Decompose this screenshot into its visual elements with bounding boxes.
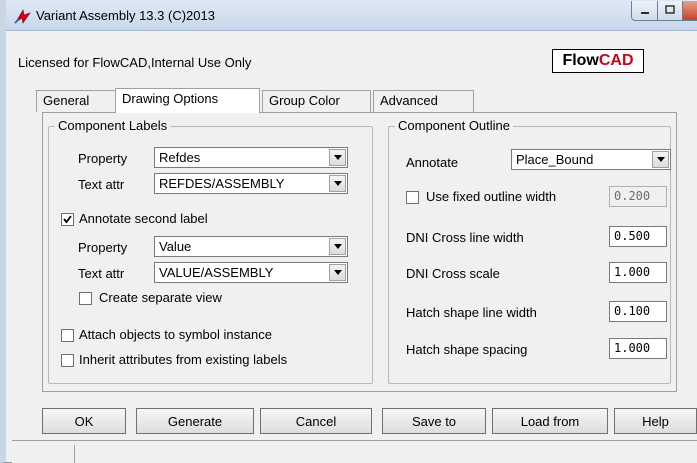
attach-objects-checkbox[interactable] (61, 329, 74, 342)
load-from-button[interactable]: Load from (492, 408, 608, 434)
property2-select[interactable]: Value (154, 236, 348, 257)
use-fixed-outline-width-text[interactable]: Use fixed outline width (426, 189, 556, 204)
dni-cross-line-width-label: DNI Cross line width (406, 230, 524, 245)
save-to-button[interactable]: Save to (382, 408, 486, 434)
chevron-down-icon (329, 264, 346, 281)
property-label: Property (78, 151, 128, 166)
create-separate-view-checkbox[interactable] (79, 292, 92, 305)
minimize-button[interactable] (631, 1, 658, 21)
title-bar[interactable]: Variant Assembly 13.3 (C)2013 (6, 0, 697, 31)
maximize-button[interactable] (657, 1, 683, 21)
dni-cross-scale-input[interactable]: 1.000 (609, 262, 667, 283)
app-window: Variant Assembly 13.3 (C)2013 Licensed f… (0, 0, 697, 463)
text-attr2-label: Text attr (78, 266, 125, 281)
annotate-select[interactable]: Place_Bound (511, 149, 671, 170)
inherit-attributes-checkbox[interactable] (61, 354, 74, 367)
tab-advanced[interactable]: Advanced (373, 90, 474, 112)
help-button[interactable]: Help (614, 408, 697, 434)
flowcad-logo: Flow CAD (552, 49, 644, 73)
tab-drawing-options[interactable]: Drawing Options (115, 88, 260, 113)
create-separate-view-text[interactable]: Create separate view (99, 290, 222, 305)
logo-part-1: Flow (562, 52, 599, 69)
license-text: Licensed for FlowCAD,Internal Use Only (18, 55, 252, 70)
annotate-label: Annotate (406, 155, 459, 170)
chevron-down-icon (652, 151, 669, 168)
text-attr2-select[interactable]: VALUE/ASSEMBLY (154, 262, 348, 283)
inherit-attributes-text[interactable]: Inherit attributes from existing labels (79, 352, 287, 367)
chevron-down-icon (329, 149, 346, 166)
property-select-value: Refdes (159, 150, 201, 165)
component-outline-title: Component Outline (395, 118, 514, 133)
status-divider (74, 445, 75, 463)
annotate-second-label-text[interactable]: Annotate second label (79, 211, 208, 226)
annotate-select-value: Place_Bound (516, 152, 594, 167)
variant-assembly-icon (14, 7, 32, 25)
component-labels-title: Component Labels (55, 118, 171, 133)
property2-select-value: Value (159, 239, 192, 254)
checkmark-icon (63, 215, 72, 224)
generate-button[interactable]: Generate (136, 408, 254, 434)
text-attr-label: Text attr (78, 177, 125, 192)
annotate-second-label-checkbox[interactable] (61, 213, 74, 226)
chevron-down-icon (329, 175, 346, 192)
maximize-icon (665, 3, 675, 18)
tab-group-color[interactable]: Group Color (262, 90, 371, 112)
hatch-shape-line-width-input[interactable]: 0.100 (609, 301, 667, 322)
hatch-shape-spacing-label: Hatch shape spacing (406, 342, 528, 357)
hatch-shape-spacing-input[interactable]: 1.000 (609, 338, 667, 359)
hatch-shape-line-width-label: Hatch shape line width (406, 305, 537, 320)
attach-objects-text[interactable]: Attach objects to symbol instance (79, 327, 272, 342)
dni-cross-line-width-input[interactable]: 0.500 (609, 226, 667, 247)
text-attr-select-value: REFDES/ASSEMBLY (159, 176, 285, 191)
chevron-down-icon (329, 238, 346, 255)
status-bar (12, 440, 697, 463)
ok-button[interactable]: OK (42, 408, 126, 434)
fixed-outline-width-input[interactable]: 0.200 (609, 186, 667, 207)
close-button[interactable] (682, 1, 697, 21)
use-fixed-outline-width-checkbox[interactable] (406, 191, 419, 204)
logo-part-2: CAD (598, 52, 634, 69)
text-attr-select[interactable]: REFDES/ASSEMBLY (154, 173, 348, 194)
tab-general[interactable]: General (36, 90, 116, 112)
cancel-button[interactable]: Cancel (260, 408, 372, 434)
minimize-icon (640, 3, 650, 18)
text-attr2-select-value: VALUE/ASSEMBLY (159, 265, 274, 280)
property-select[interactable]: Refdes (154, 147, 348, 168)
property2-label: Property (78, 240, 128, 255)
window-title: Variant Assembly 13.3 (C)2013 (36, 8, 215, 23)
dni-cross-scale-label: DNI Cross scale (406, 266, 500, 281)
